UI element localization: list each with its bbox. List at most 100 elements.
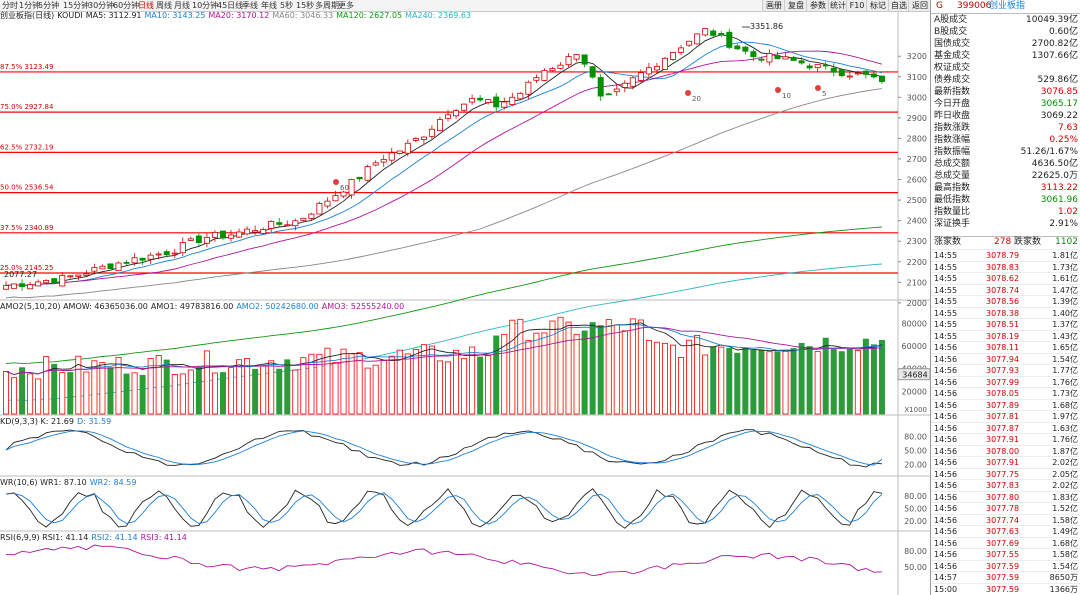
- volume-bar-86: [694, 334, 701, 415]
- candle-body-101: [814, 64, 821, 69]
- stat-label: 昨日收盘: [934, 111, 971, 121]
- rsi_panel-legend-2: RSI3: 41.14: [140, 533, 187, 542]
- volume-bar-14: [115, 356, 122, 415]
- candle-body-96: [774, 55, 781, 60]
- volume-bar-32: [260, 365, 267, 415]
- kd-tick-0: 80.00: [904, 432, 927, 441]
- stat-value: 4636.50亿: [1031, 159, 1078, 169]
- stat-label: 指数涨幅: [934, 135, 971, 145]
- kd_panel-legend-1: D: 31.59: [76, 417, 112, 426]
- price-tick-1: 3100: [907, 73, 927, 82]
- candle-body-46: [372, 162, 379, 166]
- rsi_panel-legend-1: RSI2: 41.14: [91, 533, 138, 542]
- candle-body-26: [211, 232, 218, 238]
- candle-body-34: [276, 222, 283, 225]
- breadth-0: 涨家数: [934, 237, 962, 247]
- volume-bar-29: [236, 359, 243, 415]
- fib-label-2: 62.5% 2732.19: [0, 143, 53, 151]
- volume-bar-13: [107, 367, 114, 415]
- volume-bar-31: [252, 368, 259, 415]
- stat-label: 指数涨跌: [934, 123, 971, 133]
- stat-row-15: 最低指数 3061.96: [934, 195, 1078, 206]
- candle-body-12: [99, 265, 106, 270]
- volume-bar-10: [83, 371, 90, 415]
- stat-value: 529.86亿: [1037, 75, 1079, 85]
- candle-body-5: [43, 280, 50, 284]
- candle-body-61: [493, 96, 500, 108]
- volume-bar-12: [99, 362, 106, 415]
- volume-bar-23: [187, 369, 194, 415]
- candle-body-38: [308, 213, 315, 219]
- kd-tick-1: 50.00: [904, 447, 927, 456]
- signal-label-0: 60: [340, 184, 349, 192]
- market-breadth: 涨家数 278 跌家数 1102: [934, 236, 1078, 248]
- candle-body-57: [461, 103, 468, 111]
- candle-body-104: [838, 69, 845, 77]
- stat-value: 2.91%: [1049, 219, 1078, 229]
- stat-value: 2700.82亿: [1031, 39, 1078, 49]
- volume-bar-87: [702, 354, 709, 415]
- stat-value: 3113.22: [1040, 183, 1078, 193]
- candle-body-71: [573, 54, 580, 60]
- volume-bar-105: [846, 348, 853, 415]
- stat-label: 权证成交: [934, 63, 971, 73]
- wr-tick-2: 20.00: [904, 517, 927, 526]
- volume-bar-56: [453, 349, 460, 415]
- stat-value: 3061.96: [1040, 195, 1078, 205]
- signal-marker-0: [333, 179, 339, 185]
- stat-label: B股成交: [934, 27, 968, 37]
- candle-body-102: [822, 64, 829, 67]
- candle-body-65: [525, 81, 532, 95]
- volume-bar-21: [171, 374, 178, 415]
- volume-bar-73: [589, 322, 596, 415]
- candle-body-3: [27, 284, 34, 290]
- candle-body-78: [629, 77, 636, 87]
- candle-body-39: [316, 202, 323, 215]
- fib-label-3: 50.0% 2536.54: [0, 184, 54, 192]
- candle-body-67: [541, 70, 548, 81]
- price-tick-4: 2800: [907, 134, 927, 143]
- volume-bar-60: [485, 355, 492, 415]
- rsi-line-0: [5, 544, 883, 577]
- volume-bar-107: [862, 338, 869, 415]
- stat-row-7: 今日开盘 3065.17: [934, 99, 1078, 110]
- candle-body-9: [75, 274, 82, 277]
- volume-bar-98: [790, 348, 797, 415]
- indicator-name: KOUDI: [57, 11, 83, 20]
- volume-bar-65: [525, 340, 532, 415]
- stat-row-6: 最新指数 3076.85: [934, 87, 1078, 98]
- volume-bar-33: [268, 360, 275, 415]
- wr_panel-legend-1: WR2: 84.59: [89, 478, 137, 487]
- stat-row-1: B股成交 0.60亿: [934, 27, 1078, 38]
- stat-value: 3065.17: [1040, 99, 1078, 109]
- volume-bar-26: [211, 372, 218, 415]
- candle-body-68: [549, 68, 556, 72]
- volume-bar-47: [380, 360, 387, 415]
- candle-body-47: [380, 159, 387, 163]
- stat-row-16: 指数量比 1.02: [934, 207, 1078, 218]
- stat-label: 国债成交: [934, 39, 971, 49]
- candle-body-14: [115, 262, 122, 272]
- candle-body-74: [597, 77, 604, 97]
- volume-bar-95: [766, 351, 773, 415]
- volume_panel-legend-3: AMO3: 52555240.00: [321, 302, 405, 311]
- candle-body-1: [11, 283, 18, 289]
- volume-bar-50: [404, 353, 411, 415]
- volume_panel-legend-1: AMO1: 49783816.00: [150, 302, 234, 311]
- candle-body-77: [621, 82, 628, 88]
- ma-line-2: [5, 50, 883, 286]
- volume-bar-93: [750, 349, 757, 415]
- volume-bar-104: [838, 351, 845, 415]
- index-icon: G: [936, 1, 943, 11]
- candle-body-10: [83, 273, 90, 276]
- price-tick-12: 2000: [907, 299, 927, 308]
- stat-label: 总成交量: [934, 171, 971, 181]
- stat-label: 指数振幅: [934, 147, 971, 157]
- candle-body-109: [878, 75, 885, 82]
- volume-bar-84: [678, 356, 685, 415]
- candle-body-19: [155, 253, 162, 256]
- wr-line-0: [5, 488, 883, 529]
- volume-bar-39: [316, 353, 323, 415]
- signal-label-2: 10: [782, 92, 791, 100]
- ma-legend-4: MA120: 2627.05: [336, 11, 403, 20]
